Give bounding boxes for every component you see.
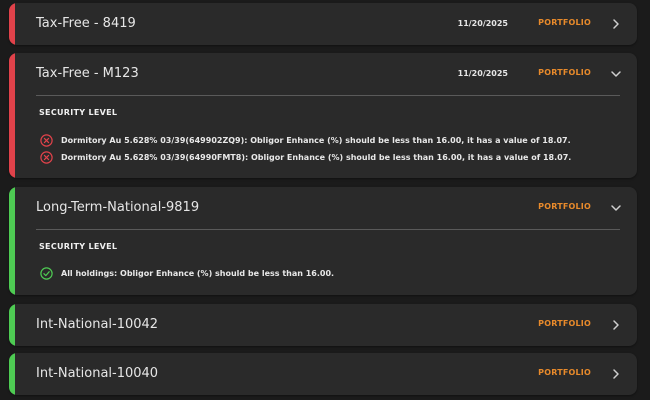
rule-violation-message: Dormitory Au 5.628% 03/39(64990FMT8): Ob… — [40, 150, 571, 164]
chevron-right-icon[interactable] — [609, 17, 623, 31]
portfolio-card[interactable]: Tax-Free - M123 11/20/2025 PORTFOLIO SEC… — [9, 53, 637, 178]
portfolio-title: Long-Term-National-9819 — [36, 200, 200, 215]
chevron-right-icon[interactable] — [609, 367, 623, 381]
card-header[interactable]: Long-Term-National-9819 PORTFOLIO — [9, 187, 637, 229]
error-circle-icon — [40, 133, 53, 147]
card-header[interactable]: Tax-Free - M123 11/20/2025 PORTFOLIO — [9, 53, 637, 95]
section-label: SECURITY LEVEL — [39, 242, 118, 251]
portfolio-card[interactable]: Tax-Free - 8419 11/20/2025 PORTFOLIO — [9, 3, 637, 45]
error-circle-icon — [40, 150, 53, 164]
portfolio-title: Int-National-10042 — [36, 317, 159, 332]
message-text: Dormitory Au 5.628% 03/39(64990FMT8): Ob… — [61, 152, 572, 162]
check-circle-icon — [40, 266, 53, 280]
portfolio-title: Int-National-10040 — [36, 366, 159, 381]
portfolio-type-label: PORTFOLIO — [538, 202, 591, 211]
portfolio-date: 11/20/2025 — [457, 19, 508, 28]
portfolio-card[interactable]: Int-National-10040 PORTFOLIO — [9, 353, 637, 395]
section-label: SECURITY LEVEL — [39, 108, 118, 117]
portfolio-type-label: PORTFOLIO — [538, 18, 591, 27]
rule-violation-message: Dormitory Au 5.628% 03/39(649902ZQ9): Ob… — [40, 133, 571, 147]
portfolio-title: Tax-Free - 8419 — [36, 16, 136, 31]
rule-pass-message: All holdings: Obligor Enhance (%) should… — [40, 266, 334, 280]
portfolio-list: Tax-Free - 8419 11/20/2025 PORTFOLIO Tax… — [0, 0, 650, 400]
card-header[interactable]: Int-National-10042 PORTFOLIO — [9, 304, 637, 346]
chevron-down-icon[interactable] — [609, 201, 623, 215]
card-divider — [36, 229, 620, 230]
message-text: Dormitory Au 5.628% 03/39(649902ZQ9): Ob… — [61, 135, 571, 145]
card-divider — [36, 95, 620, 96]
portfolio-type-label: PORTFOLIO — [538, 319, 591, 328]
portfolio-type-label: PORTFOLIO — [538, 368, 591, 377]
portfolio-card[interactable]: Long-Term-National-9819 PORTFOLIO SECURI… — [9, 187, 637, 295]
message-text: All holdings: Obligor Enhance (%) should… — [61, 268, 335, 278]
portfolio-card[interactable]: Int-National-10042 PORTFOLIO — [9, 304, 637, 346]
portfolio-date: 11/20/2025 — [457, 69, 508, 78]
chevron-down-icon[interactable] — [609, 67, 623, 81]
card-header[interactable]: Int-National-10040 PORTFOLIO — [9, 353, 637, 395]
chevron-right-icon[interactable] — [609, 318, 623, 332]
portfolio-title: Tax-Free - M123 — [36, 66, 139, 81]
card-header[interactable]: Tax-Free - 8419 11/20/2025 PORTFOLIO — [9, 3, 637, 45]
portfolio-type-label: PORTFOLIO — [538, 68, 591, 77]
